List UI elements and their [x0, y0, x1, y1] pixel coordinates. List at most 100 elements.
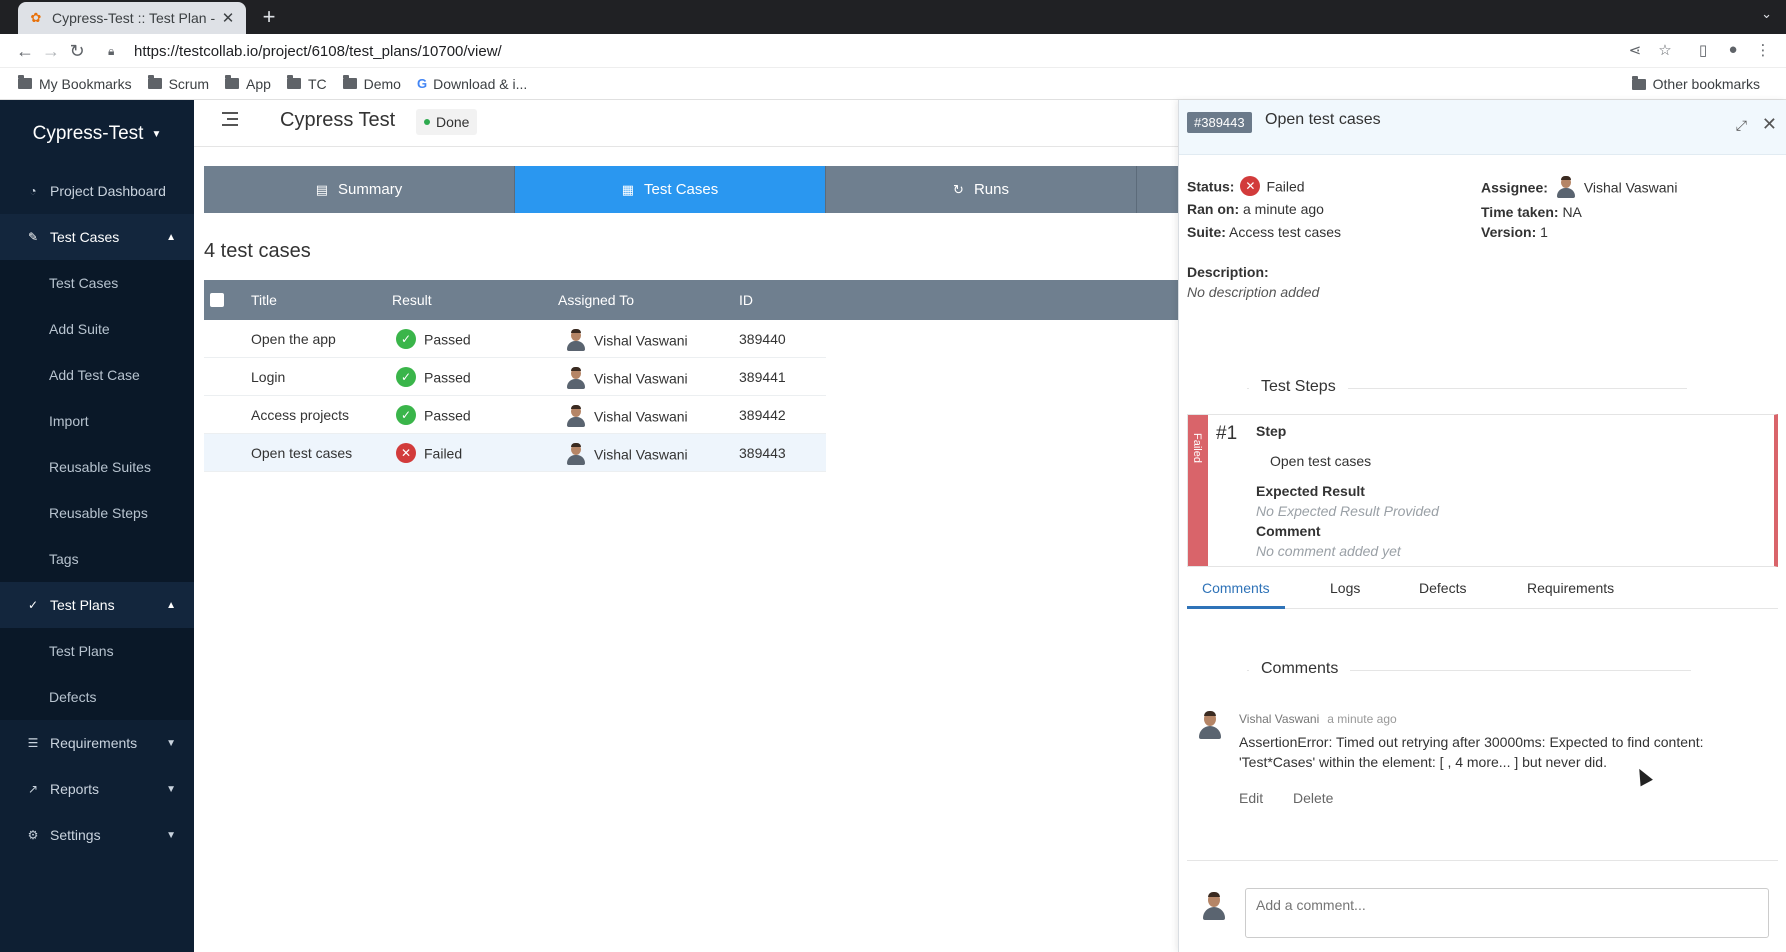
- forward-icon[interactable]: →: [40, 40, 62, 62]
- sidebar-sub-tags[interactable]: Tags: [0, 536, 194, 582]
- select-all-checkbox[interactable]: [210, 293, 224, 307]
- tab-summary[interactable]: ▤ Summary: [204, 166, 515, 213]
- tab-comments[interactable]: Comments: [1202, 580, 1270, 596]
- column-assigned-to[interactable]: Assigned To: [558, 292, 634, 308]
- row-result: ✕ Failed: [396, 443, 462, 465]
- list-icon: ☰: [27, 736, 39, 750]
- close-tab-icon[interactable]: ✕: [220, 9, 236, 27]
- sidebar-sub-defects[interactable]: Defects: [0, 674, 194, 720]
- back-icon[interactable]: ←: [14, 40, 36, 62]
- chevron-up-icon: ▲: [166, 599, 176, 611]
- sidebar-sub-reusable-steps[interactable]: Reusable Steps: [0, 490, 194, 536]
- sidebar-sub-add-suite[interactable]: Add Suite: [0, 306, 194, 352]
- row-id: 389442: [739, 407, 786, 423]
- menu-toggle-icon[interactable]: [222, 112, 238, 130]
- table-row[interactable]: Open the app ✓ Passed Vishal Vaswani 3894…: [204, 320, 826, 358]
- browser-menu-icon[interactable]: ⋮: [1752, 41, 1774, 61]
- suite-field: Suite: Access test cases: [1187, 224, 1342, 240]
- avatar: [566, 329, 586, 351]
- row-result: ✓ Passed: [396, 405, 471, 427]
- main-header: Cypress Test Done: [194, 100, 1178, 147]
- sidebar-sub-test-plans[interactable]: Test Plans: [0, 628, 194, 674]
- project-switcher[interactable]: Cypress-Test ▼: [0, 100, 194, 168]
- time-taken-field: Time taken: NA: [1481, 204, 1582, 220]
- browser-tab[interactable]: ✿ Cypress-Test :: Test Plan - ✕: [18, 2, 246, 34]
- row-assignee: Vishal Vaswani: [566, 405, 688, 429]
- testcollab-favicon-icon: ✿: [30, 10, 42, 25]
- edit-comment-button[interactable]: Edit: [1239, 790, 1263, 806]
- test-cases-icon: ▦: [621, 181, 635, 197]
- bookmark-download[interactable]: G Download & i...: [417, 76, 527, 92]
- passed-check-icon: ✓: [396, 329, 416, 349]
- bookmark-tc[interactable]: TC: [286, 75, 327, 92]
- row-title: Open the app: [251, 331, 336, 347]
- browser-toolbar: ← → ↻ 🔒︎ https://testcollab.io/project/6…: [0, 34, 1786, 68]
- sidebar-sub-test-cases[interactable]: Test Cases: [0, 260, 194, 306]
- address-bar[interactable]: 🔒︎ https://testcollab.io/project/6108/te…: [108, 37, 1648, 65]
- tab-runs[interactable]: ↻ Runs: [826, 166, 1137, 213]
- table-row[interactable]: Access projects ✓ Passed Vishal Vaswani 3…: [204, 396, 826, 434]
- status-field: Status: ✕ Failed: [1187, 176, 1305, 198]
- comment-text: AssertionError: Timed out retrying after…: [1239, 734, 1704, 770]
- chevron-up-icon: ▲: [166, 231, 176, 243]
- folder-icon: [342, 75, 357, 89]
- step-comment-label: Comment: [1256, 523, 1321, 539]
- sidebar-sub-reusable-suites[interactable]: Reusable Suites: [0, 444, 194, 490]
- avatar: [1201, 892, 1227, 920]
- bookmark-app[interactable]: App: [225, 75, 271, 92]
- delete-comment-button[interactable]: Delete: [1293, 790, 1333, 806]
- column-title[interactable]: Title: [251, 292, 277, 308]
- bookmark-my-bookmarks[interactable]: My Bookmarks: [18, 75, 132, 92]
- tab-test-cases[interactable]: ▦ Test Cases: [515, 166, 826, 213]
- sidebar-item-project-dashboard[interactable]: ◔ Project Dashboard: [0, 168, 194, 214]
- tab-search-icon[interactable]: ⌄: [1761, 6, 1772, 22]
- failed-x-icon: ✕: [396, 443, 416, 463]
- row-assignee: Vishal Vaswani: [566, 367, 688, 391]
- expected-result-label: Expected Result: [1256, 483, 1365, 499]
- share-icon[interactable]: ⋖: [1624, 41, 1646, 61]
- table-row-selected[interactable]: Open test cases ✕ Failed Vishal Vaswani 3…: [204, 434, 826, 472]
- sidebar-item-reports[interactable]: ↗ Reports ▼: [0, 766, 194, 812]
- tab-requirements[interactable]: Requirements: [1527, 580, 1614, 596]
- add-comment-input[interactable]: [1245, 888, 1769, 938]
- sidebar-item-test-cases[interactable]: ✎ Test Cases ▲: [0, 214, 194, 260]
- sidebar-sub-add-test-case[interactable]: Add Test Case: [0, 352, 194, 398]
- check-circle-icon: ✓: [27, 598, 39, 612]
- step-comment-value: No comment added yet: [1256, 543, 1401, 559]
- comment-author: Vishal Vaswani a minute ago: [1239, 712, 1397, 726]
- column-result[interactable]: Result: [392, 292, 432, 308]
- comment-time: a minute ago: [1327, 712, 1397, 726]
- chevron-down-icon: ▼: [166, 737, 176, 749]
- column-id[interactable]: ID: [739, 292, 753, 308]
- table-row[interactable]: Login ✓ Passed Vishal Vaswani 389441: [204, 358, 826, 396]
- sidebar-item-settings[interactable]: ⚙ Settings ▼: [0, 812, 194, 858]
- sidebar-sub-import[interactable]: Import: [0, 398, 194, 444]
- star-icon[interactable]: ☆: [1654, 41, 1676, 61]
- sidebar-item-test-plans[interactable]: ✓ Test Plans ▲: [0, 582, 194, 628]
- reload-icon[interactable]: ↻: [66, 40, 88, 62]
- row-id: 389440: [739, 331, 786, 347]
- bookmark-demo[interactable]: Demo: [342, 75, 401, 92]
- expand-icon[interactable]: ⤢: [1736, 117, 1747, 134]
- browser-tab-bar: ✿ Cypress-Test :: Test Plan - ✕ + ⌄: [0, 0, 1786, 34]
- close-icon[interactable]: ✕: [1762, 114, 1777, 135]
- tab-logs[interactable]: Logs: [1330, 580, 1360, 596]
- status-dot-icon: [424, 119, 430, 126]
- failed-x-icon: ✕: [1240, 176, 1261, 196]
- chart-icon: ↗: [27, 782, 39, 796]
- bookmarks-bar: My Bookmarks Scrum App TC Demo G Downloa…: [0, 68, 1786, 100]
- bookmark-scrum[interactable]: Scrum: [147, 75, 209, 92]
- new-tab-button[interactable]: +: [256, 4, 282, 30]
- tab-defects[interactable]: Defects: [1419, 580, 1466, 596]
- edit-icon: ✎: [27, 230, 39, 244]
- profile-icon[interactable]: ●: [1722, 41, 1744, 61]
- bookmark-other[interactable]: Other bookmarks: [1631, 75, 1760, 92]
- description-label: Description:: [1187, 264, 1269, 280]
- sidebar-item-requirements[interactable]: ☰ Requirements ▼: [0, 720, 194, 766]
- gear-icon: ⚙: [27, 828, 39, 842]
- runs-icon: ↻: [953, 181, 964, 197]
- avatar: [566, 405, 586, 427]
- side-panel-icon[interactable]: ▯: [1692, 41, 1714, 61]
- tab-more[interactable]: [1137, 166, 1178, 213]
- expected-result-value: No Expected Result Provided: [1256, 503, 1439, 519]
